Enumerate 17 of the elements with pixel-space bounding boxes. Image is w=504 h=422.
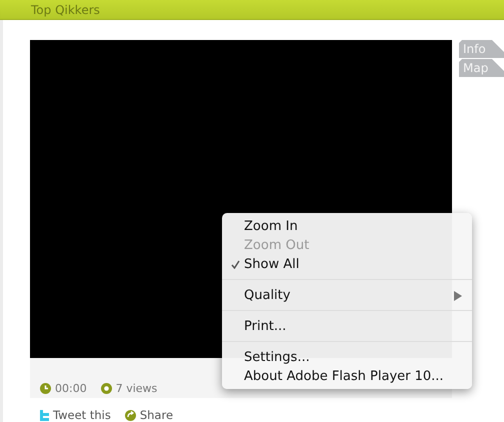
menu-item[interactable]: Quality <box>222 286 472 305</box>
t-icon <box>40 410 49 420</box>
menu-item[interactable]: Settings... <box>222 348 472 367</box>
share-icon <box>124 410 136 420</box>
check-icon <box>231 260 240 269</box>
menu-item[interactable]: Print... <box>222 317 472 336</box>
menu-item[interactable]: Zoom In <box>222 217 472 236</box>
view-count: 7 views <box>116 382 158 394</box>
tweet-link[interactable]: Tweet this <box>40 408 111 422</box>
duration: 00:00 <box>55 382 87 394</box>
submenu-arrow-icon <box>454 291 462 301</box>
section-title: Top Qikkers <box>31 2 100 16</box>
menu-item[interactable]: Show All <box>222 255 472 274</box>
share-link[interactable]: Share <box>124 408 174 422</box>
eye-icon <box>100 382 112 394</box>
menu-item[interactable]: About Adobe Flash Player 10... <box>222 367 472 386</box>
clock-icon <box>40 382 51 394</box>
